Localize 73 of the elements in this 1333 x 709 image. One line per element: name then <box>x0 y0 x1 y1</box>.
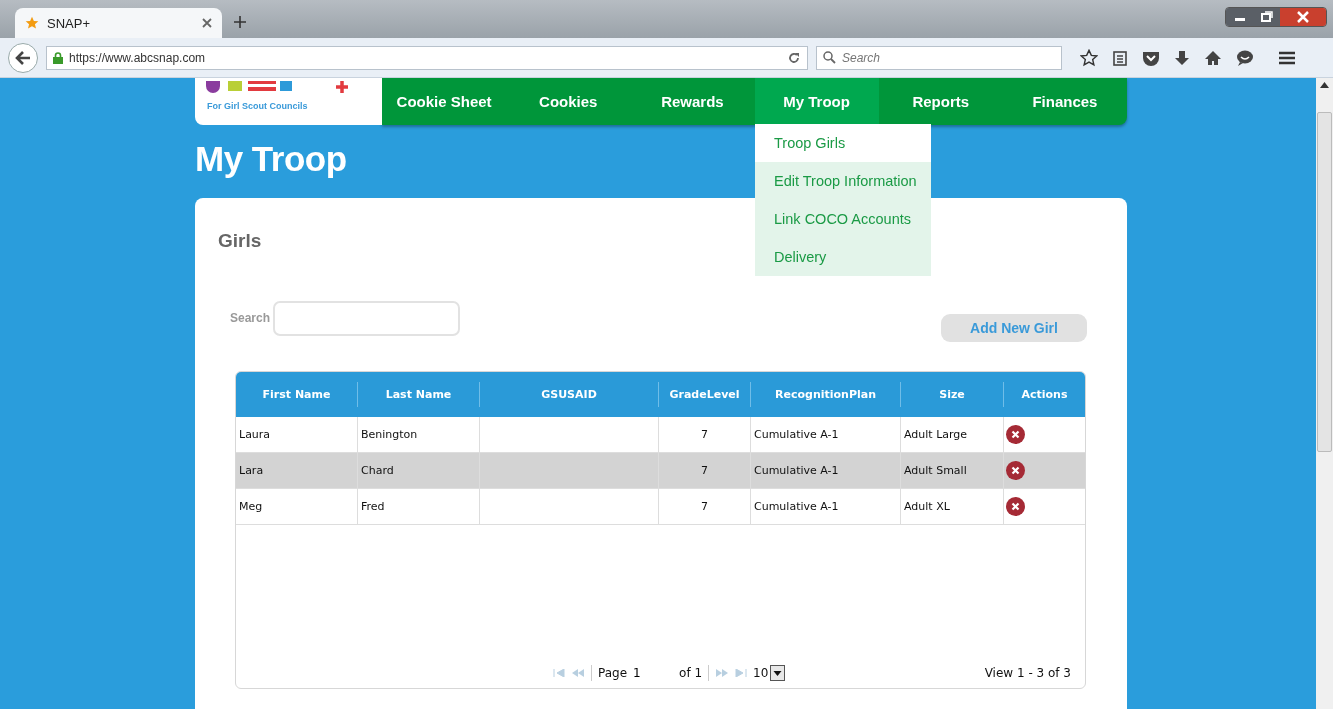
restore-icon[interactable] <box>1254 8 1280 26</box>
new-tab-icon[interactable] <box>232 14 248 30</box>
column-header: GradeLevel <box>658 382 750 407</box>
table-cell: 7 <box>658 417 750 452</box>
nav-tab[interactable]: Cookies <box>506 78 631 125</box>
address-bar[interactable]: https://www.abcsnap.com <box>46 45 808 70</box>
star-icon <box>25 16 39 30</box>
table-row[interactable]: Meg Fred 7 Cumulative A-1 Adult XL <box>236 489 1085 525</box>
close-icon[interactable] <box>202 18 212 28</box>
chat-icon[interactable] <box>1236 49 1254 66</box>
column-header: First Name <box>261 387 332 403</box>
delete-icon[interactable] <box>1006 497 1025 516</box>
table-cell-text: Laura <box>238 427 272 443</box>
nav-tab[interactable]: Finances <box>1002 78 1128 125</box>
nav-tab[interactable]: Reports <box>878 78 1003 125</box>
reading-list-icon[interactable] <box>1112 49 1128 66</box>
column-header: RecognitionPlan <box>750 382 900 407</box>
search-field[interactable] <box>273 300 461 336</box>
scrollbar[interactable] <box>1316 78 1333 709</box>
logo-tagline: For Girl Scout Councils <box>207 101 309 111</box>
table-cell: Cumulative A-1 <box>750 489 900 524</box>
url-text: https://www.abcsnap.com <box>69 50 207 65</box>
menu-icon[interactable] <box>1278 49 1296 66</box>
table-row[interactable]: Lara Chard 7 Cumulative A-1 Adult Small <box>236 453 1085 489</box>
column-header: Last Name <box>357 382 479 407</box>
delete-icon[interactable] <box>1006 461 1025 480</box>
scroll-up-icon[interactable] <box>1320 82 1329 88</box>
menu-item[interactable]: Troop Girls <box>755 124 931 162</box>
column-header: Actions <box>1003 382 1085 407</box>
view-info: View 1 - 3 of 3 <box>984 666 1071 680</box>
nav-tab[interactable]: My Troop <box>754 78 879 125</box>
table-cell: Cumulative A-1 <box>750 417 900 452</box>
page-title: My Troop <box>195 139 347 180</box>
browser-tab[interactable]: SNAP+ <box>15 8 222 38</box>
back-button[interactable] <box>8 42 38 73</box>
menu-item[interactable]: Link COCO Accounts <box>755 200 931 238</box>
page-label: Page <box>598 666 628 680</box>
menu-item[interactable]: Edit Troop Information <box>755 162 931 200</box>
column-header: GSUSAID <box>479 382 658 407</box>
dropdown-button[interactable] <box>770 665 786 681</box>
column-header: Size <box>900 382 1003 407</box>
scroll-thumb[interactable] <box>1317 112 1332 452</box>
add-new-girl-button[interactable]: Add New Girl <box>941 314 1087 342</box>
page-size-value: 10 <box>753 666 769 680</box>
nav-tab[interactable]: Cookie Sheet <box>382 78 507 125</box>
close-window-icon[interactable] <box>1280 8 1326 26</box>
table-cell: Adult Small <box>900 453 1003 488</box>
table-cell-text: Meg <box>238 499 264 515</box>
bookmark-star-icon[interactable] <box>1080 48 1098 67</box>
section-title: Girls <box>218 230 263 252</box>
browser-search-field[interactable]: Search <box>816 45 1062 70</box>
table-cell: Chard <box>357 453 479 488</box>
reload-icon[interactable] <box>787 50 801 65</box>
table-cell: 7 <box>658 453 750 488</box>
page-count: of 1 <box>679 666 703 680</box>
table-cell: Adult Large <box>900 417 1003 452</box>
tab-title: SNAP+ <box>47 15 91 31</box>
table-cell: Fred <box>357 489 479 524</box>
table-cell: Benington <box>357 417 479 452</box>
nav-tab[interactable]: Rewards <box>630 78 755 125</box>
table-cell: Adult XL <box>900 489 1003 524</box>
download-icon[interactable] <box>1174 49 1190 66</box>
search-label: Search <box>230 311 271 325</box>
delete-icon[interactable] <box>1006 425 1025 444</box>
back-arrow-icon <box>15 50 31 65</box>
table-cell: 7 <box>658 489 750 524</box>
menu-item[interactable]: Delivery <box>755 238 931 276</box>
minimize-icon[interactable] <box>1226 8 1254 26</box>
lock-icon <box>53 51 63 64</box>
pocket-icon[interactable] <box>1142 49 1160 66</box>
table-cell-text: Lara <box>238 463 265 479</box>
table-cell: Cumulative A-1 <box>750 453 900 488</box>
home-icon[interactable] <box>1204 49 1222 66</box>
